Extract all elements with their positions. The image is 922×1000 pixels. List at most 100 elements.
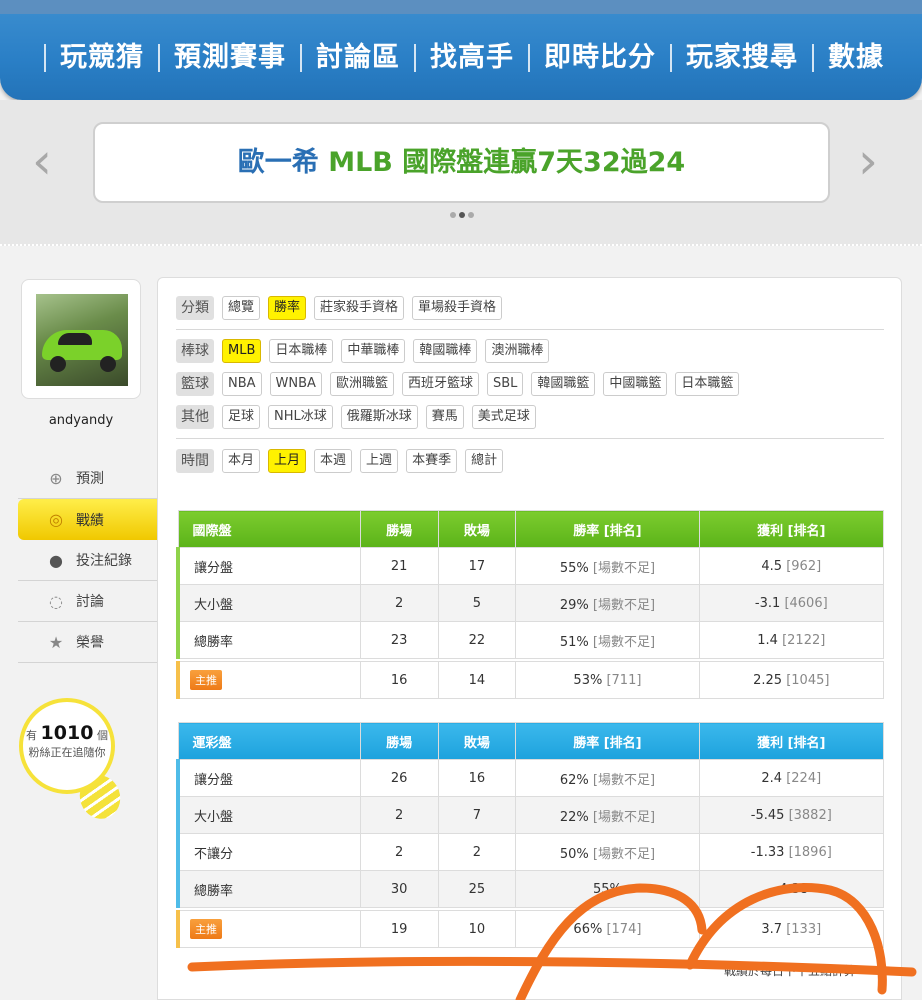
table-header: 勝場 <box>359 722 439 760</box>
table-header: 敗場 <box>437 510 517 548</box>
filter-khl[interactable]: 俄羅斯冰球 <box>340 405 418 429</box>
side-menu-discuss[interactable]: ◌ 討論 <box>18 581 158 622</box>
win-count: 2 <box>359 833 439 871</box>
banner-headline[interactable]: 歐一希 MLB 國際盤連贏7天32過24 <box>93 122 830 203</box>
filter-winrate[interactable]: 勝率 <box>268 296 307 320</box>
filter-nhl[interactable]: NHL冰球 <box>268 405 333 429</box>
nav-item-forum[interactable]: 討論區 <box>302 38 414 78</box>
profit: 2.25 [1045] <box>698 661 885 699</box>
rate-value: 55% <box>559 560 589 576</box>
circle-icon: ● <box>49 550 63 570</box>
profit-value: -5.45 <box>750 807 785 823</box>
filter-this-month[interactable]: 本月 <box>222 449 261 473</box>
table-row: 大小盤 2 5 29% [場數不足] -3.1 [4606] <box>175 584 885 622</box>
filter-banker-killer[interactable]: 莊家殺手資格 <box>314 296 405 320</box>
filter-kbl[interactable]: 韓國職籃 <box>531 372 596 396</box>
filter-npb[interactable]: 日本職棒 <box>269 339 334 363</box>
filter-cpbl[interactable]: 中華職棒 <box>341 339 406 363</box>
filter-last-week[interactable]: 上週 <box>360 449 399 473</box>
filter-last-month[interactable]: 上月 <box>268 449 307 473</box>
profit: -5.45 [3882] <box>698 796 885 834</box>
chevron-right-icon[interactable]: › <box>858 136 878 186</box>
carousel-dot[interactable] <box>450 212 456 218</box>
table-header: 獲利 [排名] <box>698 722 885 760</box>
international-odds-table: 國際盤 勝場 敗場 勝率 [排名] 獲利 [排名] 讓分盤 21 17 55% … <box>175 510 885 699</box>
filter-abl[interactable]: 澳洲職棒 <box>485 339 550 363</box>
filter-euroleague[interactable]: 歐洲職籃 <box>329 372 394 396</box>
nav-item-predict[interactable]: 預測賽事 <box>160 38 300 78</box>
avatar[interactable] <box>36 294 128 386</box>
rate-value: 51% <box>559 634 589 650</box>
menu-label: 討論 <box>76 594 104 610</box>
win-rate: 66% [174] <box>515 910 700 948</box>
filter-label: 棒球 <box>176 339 214 363</box>
filter-sbl[interactable]: SBL <box>486 372 524 396</box>
profit-rank: [133] <box>786 921 822 937</box>
win-rate: 62% [場數不足] <box>515 759 700 797</box>
filter-single-killer[interactable]: 單場殺手資格 <box>412 296 503 320</box>
table-row: 大小盤 2 7 22% [場數不足] -5.45 [3882] <box>175 796 885 834</box>
medal-icon: ◎ <box>49 510 63 529</box>
side-menu-honor[interactable]: ★ 榮譽 <box>18 622 158 663</box>
table-header: 獲利 [排名] <box>698 510 885 548</box>
rate-rank: [場數不足] <box>592 809 656 825</box>
side-menu-record[interactable]: ◎ 戰績 <box>18 499 178 540</box>
profit-value: -3.1 <box>754 595 781 611</box>
filter-this-season[interactable]: 本賽季 <box>406 449 458 473</box>
profit-value: 1.4 <box>757 632 778 648</box>
nav-item-live-score[interactable]: 即時比分 <box>530 38 670 78</box>
filter-other: 其他 足球 NHL冰球 俄羅斯冰球 賽馬 美式足球 <box>176 405 536 429</box>
fans-count: 1010 <box>40 722 94 744</box>
featured-cell: 主推 <box>175 910 361 948</box>
lose-count: 17 <box>437 547 517 585</box>
rate-value: 22% <box>559 809 589 825</box>
lose-count: 22 <box>437 621 517 659</box>
profit-value: 2.25 <box>753 672 783 688</box>
carousel-dot-active[interactable] <box>459 212 465 218</box>
nav-item-experts[interactable]: 找高手 <box>416 38 528 78</box>
row-name: 讓分盤 <box>175 759 361 797</box>
table-row: 讓分盤 26 16 62% [場數不足] 2.4 [224] <box>175 759 885 797</box>
filter-nba[interactable]: NBA <box>222 372 262 396</box>
wheel <box>100 356 116 372</box>
filter-bleague[interactable]: 日本職籃 <box>675 372 740 396</box>
win-count: 23 <box>359 621 439 659</box>
filter-mlb[interactable]: MLB <box>222 339 262 363</box>
win-count: 16 <box>359 661 439 699</box>
rate-value: 29% <box>559 597 589 613</box>
filter-wnba[interactable]: WNBA <box>269 372 322 396</box>
nav-item-data[interactable]: 數據 <box>814 38 898 78</box>
filter-american-football[interactable]: 美式足球 <box>471 405 536 429</box>
nav-item-guess[interactable]: 玩競猜 <box>46 38 158 78</box>
profit: -4.38 <box>698 870 885 908</box>
filter-spain-basketball[interactable]: 西班牙籃球 <box>401 372 479 396</box>
profit: 4.5 [962] <box>698 547 885 585</box>
filter-horse-racing[interactable]: 賽馬 <box>425 405 464 429</box>
filter-soccer[interactable]: 足球 <box>222 405 261 429</box>
filter-this-week[interactable]: 本週 <box>314 449 353 473</box>
profit-value: -4.38 <box>774 881 809 897</box>
side-menu-bet-history[interactable]: ● 投注紀錄 <box>18 540 158 581</box>
table-header: 國際盤 <box>177 510 361 548</box>
profit-rank: [962] <box>786 558 822 574</box>
profile-card <box>21 279 141 399</box>
side-menu-predict[interactable]: ⊕ 預測 <box>18 458 158 499</box>
wheel <box>50 356 66 372</box>
rate-value: 66% <box>573 921 603 937</box>
win-rate: 29% [場數不足] <box>515 584 700 622</box>
rate-rank: [174] <box>606 921 642 937</box>
featured-badge[interactable]: 主推 <box>190 670 222 690</box>
filter-kbo[interactable]: 韓國職棒 <box>413 339 478 363</box>
rate-rank: [場數不足] <box>592 597 656 613</box>
filter-total[interactable]: 總計 <box>465 449 504 473</box>
nav-item-player-search[interactable]: 玩家搜尋 <box>672 38 812 78</box>
profit-value: 3.7 <box>761 921 783 937</box>
footer-note: 戰績於每日下午五點計算 <box>724 964 857 978</box>
chevron-left-icon[interactable]: ‹ <box>32 136 52 186</box>
username[interactable]: andyandy <box>21 413 141 428</box>
carousel-dot[interactable] <box>468 212 474 218</box>
filter-cba[interactable]: 中國職籃 <box>603 372 668 396</box>
filter-overview[interactable]: 總覽 <box>222 296 261 320</box>
featured-badge[interactable]: 主推 <box>190 919 222 939</box>
rate-value: 55% <box>592 881 622 897</box>
